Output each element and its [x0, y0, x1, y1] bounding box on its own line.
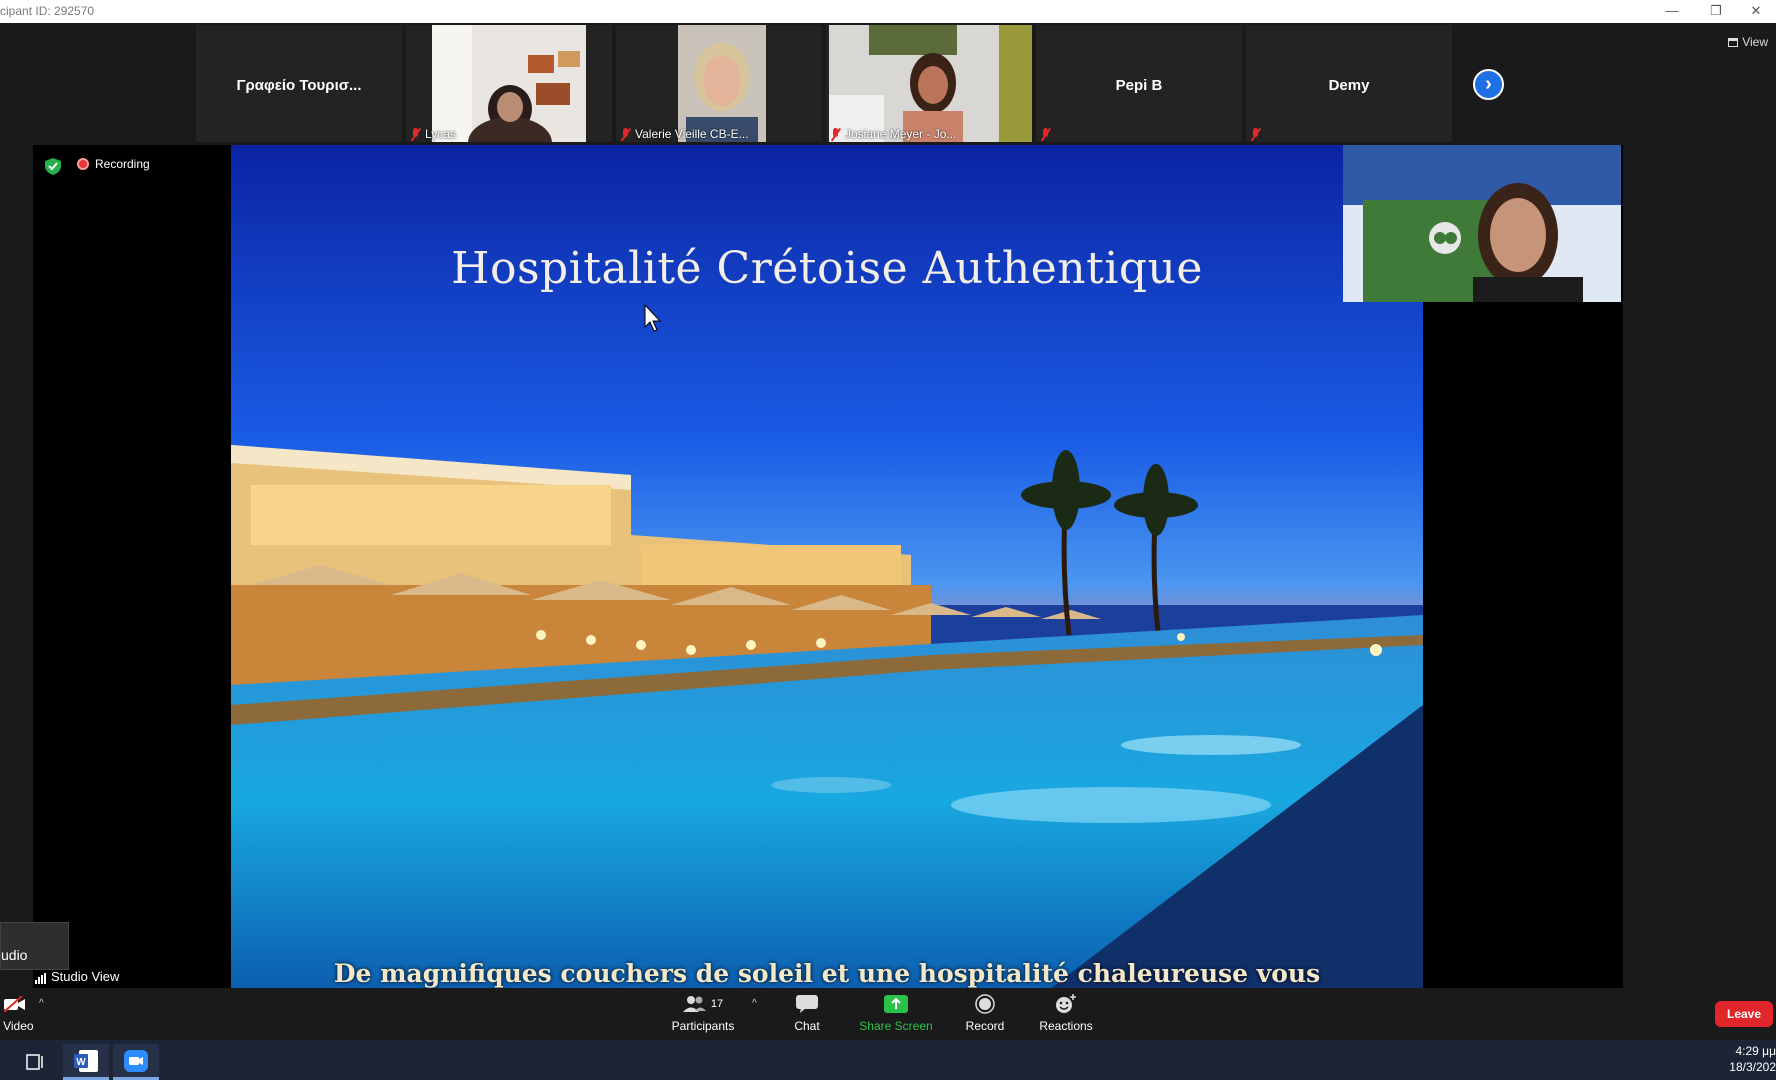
- system-clock[interactable]: 4:29 μμ 18/3/202: [1729, 1043, 1776, 1075]
- shared-screen: Hospitalité Crétoise Authentique De magn…: [231, 145, 1423, 988]
- video-options-caret[interactable]: ^: [39, 998, 44, 1009]
- video-off-icon: [4, 996, 25, 1012]
- next-page-button[interactable]: ›: [1473, 69, 1504, 100]
- close-button[interactable]: ✕: [1734, 0, 1776, 23]
- mic-muted-icon: [620, 127, 631, 141]
- slide-title: Hospitalité Crétoise Authentique: [451, 243, 1203, 294]
- window-title: cipant ID: 292570: [0, 4, 95, 18]
- audio-popup[interactable]: udio: [0, 922, 69, 970]
- mic-muted-icon: [1040, 128, 1051, 141]
- participant-label: [1250, 128, 1261, 141]
- participants-count: 17: [710, 998, 724, 1010]
- audio-popup-text: udio: [1, 947, 28, 963]
- window-titlebar: cipant ID: 292570 — ❐ ✕: [0, 0, 1776, 23]
- chat-label: Chat: [794, 1019, 820, 1033]
- clock-date: 18/3/202: [1729, 1060, 1776, 1074]
- participant-name: Pepi B: [1115, 77, 1163, 94]
- word-app-icon[interactable]: W: [63, 1044, 109, 1080]
- clock-time: 4:29 μμ: [1735, 1044, 1776, 1058]
- view-button[interactable]: View: [1728, 35, 1768, 49]
- participant-tile[interactable]: Γραφείο Τουρισ...: [196, 25, 402, 142]
- participants-icon: [682, 996, 706, 1012]
- grid-icon: [1728, 37, 1739, 47]
- chat-icon: [796, 995, 818, 1013]
- participant-name: Demy: [1328, 77, 1370, 94]
- participants-options-caret[interactable]: ^: [752, 998, 757, 1009]
- participant-label: Josiane Meyer - Jo...: [830, 127, 956, 141]
- mic-muted-icon: [410, 127, 421, 141]
- zoom-app-icon[interactable]: [113, 1044, 159, 1080]
- participant-label: [1040, 128, 1051, 141]
- security-shield-icon[interactable]: [45, 158, 61, 175]
- meeting-toolbar: t Video ^ 17 Participants ^ Chat Share S…: [0, 988, 1776, 1040]
- participants-label: Participants: [671, 1019, 735, 1033]
- record-label: Record: [965, 1019, 1005, 1033]
- participant-tile[interactable]: Josiane Meyer - Jo...: [826, 25, 1032, 142]
- svg-text:W: W: [76, 1057, 86, 1068]
- studio-view-label: Studio View: [51, 969, 120, 984]
- restore-button[interactable]: ❐: [1694, 0, 1738, 23]
- participant-label: Valerie Vieille CB-E...: [620, 127, 749, 141]
- reactions-label: Reactions: [1039, 1019, 1093, 1033]
- participant-tile[interactable]: Pepi B: [1036, 25, 1242, 142]
- reactions-icon: [1056, 994, 1076, 1013]
- minimize-button[interactable]: —: [1650, 0, 1694, 23]
- chat-button[interactable]: Chat: [762, 992, 852, 1033]
- video-button[interactable]: t Video: [0, 992, 60, 1033]
- participant-tile[interactable]: Valerie Vieille CB-E...: [616, 25, 822, 142]
- record-button[interactable]: Record: [940, 992, 1030, 1033]
- signal-bars-icon: [35, 973, 46, 984]
- recording-indicator[interactable]: Recording: [77, 157, 150, 171]
- participant-tile[interactable]: Demy: [1246, 25, 1452, 142]
- mic-muted-icon: [1250, 128, 1261, 141]
- leave-button[interactable]: Leave: [1715, 1001, 1773, 1027]
- participant-tile[interactable]: Lycas: [406, 25, 612, 142]
- participant-gallery: Γραφείο Τουρισ... Lycas Valerie Vieille …: [0, 23, 1776, 145]
- recording-label: Recording: [95, 157, 150, 171]
- record-icon: [975, 994, 995, 1014]
- participant-video: [678, 25, 766, 142]
- view-label: View: [1742, 35, 1768, 49]
- studio-view-indicator[interactable]: Studio View: [35, 969, 119, 984]
- participants-button[interactable]: 17 Participants: [658, 992, 748, 1033]
- reactions-button[interactable]: Reactions: [1021, 992, 1111, 1033]
- windows-taskbar: W 4:29 μμ 18/3/202: [0, 1040, 1776, 1080]
- participant-name: Γραφείο Τουρισ...: [236, 77, 362, 94]
- record-dot-icon: [77, 158, 89, 170]
- participant-video: [432, 25, 586, 142]
- task-view-icon[interactable]: [12, 1044, 58, 1080]
- mic-muted-icon: [830, 127, 841, 141]
- participant-video: [829, 25, 1032, 142]
- participant-label: Lycas: [410, 127, 456, 141]
- share-screen-icon: [884, 995, 908, 1013]
- video-label: t Video: [0, 1019, 34, 1033]
- active-speaker-video[interactable]: [1343, 145, 1621, 302]
- slide-caption: De magnifiques couchers de soleil et une…: [333, 959, 1321, 988]
- share-screen-button[interactable]: Share Screen: [851, 992, 941, 1033]
- share-screen-label: Share Screen: [859, 1019, 933, 1033]
